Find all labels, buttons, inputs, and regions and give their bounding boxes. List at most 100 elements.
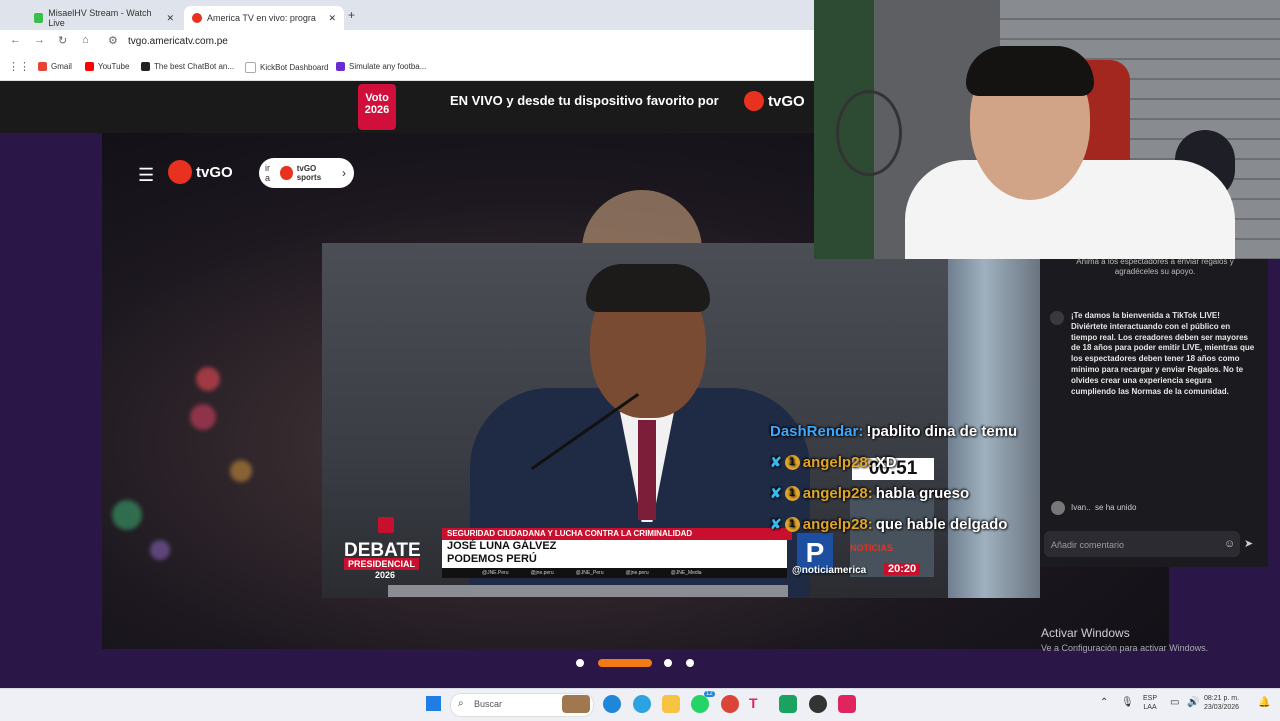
sword-badge-icon: ✘ bbox=[770, 516, 782, 532]
bookmark-gmail[interactable]: Gmail bbox=[38, 62, 72, 71]
close-icon[interactable]: ✕ bbox=[166, 13, 174, 24]
browser-tab[interactable]: MisaelHV Stream - Watch Live ✕ bbox=[26, 6, 182, 30]
chat-line: ✘ 1 angelp28: XD bbox=[770, 454, 897, 471]
debate-topic: SEGURIDAD CIUDADANA Y LUCHA CONTRA LA CR… bbox=[442, 528, 792, 540]
tvgo-banner-logo: tvGO bbox=[744, 91, 805, 111]
tvgo-sports-link[interactable]: ir a tvGO sports › bbox=[259, 158, 354, 188]
jne-logo-icon bbox=[378, 517, 394, 533]
notification-bell-icon[interactable]: 🔔 bbox=[1258, 697, 1270, 708]
debate-year: 2026 bbox=[375, 570, 396, 580]
level-badge-icon: 1 bbox=[784, 517, 800, 532]
clock[interactable]: 08:21 p. m. 23/03/2026 bbox=[1204, 694, 1239, 712]
social-handle: @jne.peru bbox=[625, 570, 649, 576]
tiktok-gift-hint: Anima a los espectadores a enviar regalo… bbox=[1076, 257, 1234, 276]
youtube-icon bbox=[85, 62, 94, 71]
streamer-hair bbox=[966, 46, 1094, 96]
microphone-icon[interactable]: 🎙 bbox=[1121, 697, 1134, 708]
typora-icon[interactable]: T bbox=[749, 695, 767, 713]
chat-username: angelp28: bbox=[802, 485, 873, 502]
bookmark-kickbot[interactable]: KickBot Dashboard bbox=[245, 62, 328, 73]
chat-username: angelp28: bbox=[802, 516, 873, 533]
carousel-dot-active[interactable] bbox=[598, 659, 652, 667]
edge-icon[interactable] bbox=[603, 695, 621, 713]
whatsapp-badge: 12 bbox=[704, 691, 715, 697]
chat-message: !pablito dina de temu bbox=[866, 423, 1018, 440]
send-icon[interactable]: ➤ bbox=[1244, 537, 1253, 550]
url-field[interactable]: tvgo.americatv.com.pe bbox=[128, 36, 228, 47]
bookmark-youtube[interactable]: YouTube bbox=[85, 62, 129, 71]
bokeh-light bbox=[230, 460, 252, 482]
chat-message: habla grueso bbox=[875, 485, 970, 502]
social-handle: @jne.peru bbox=[530, 570, 554, 576]
speaker-nameplate: JOSÉ LUNA GÁLVEZ PODEMOS PERÚ bbox=[442, 540, 787, 568]
home-icon[interactable]: ⌂ bbox=[82, 34, 89, 46]
calculator-icon[interactable] bbox=[779, 695, 797, 713]
chat-message: que hable delgado bbox=[875, 516, 1008, 533]
social-handle: @JNE_Media bbox=[670, 570, 702, 576]
carousel-dot[interactable] bbox=[664, 659, 672, 667]
kickbot-icon bbox=[245, 62, 256, 73]
emoji-icon[interactable]: ☺ bbox=[1224, 538, 1235, 550]
carousel-dot[interactable] bbox=[576, 659, 584, 667]
chat-username: angelp28: bbox=[802, 454, 873, 471]
sword-badge-icon: ✘ bbox=[770, 485, 782, 501]
tab-title: MisaelHV Stream - Watch Live bbox=[48, 8, 152, 28]
obs-icon[interactable] bbox=[809, 695, 827, 713]
network-icon[interactable]: ▭ bbox=[1170, 697, 1179, 708]
chatbot-icon bbox=[141, 62, 150, 71]
search-icon: ⌕ bbox=[458, 698, 464, 709]
chevron-right-icon: › bbox=[342, 166, 347, 180]
chevron-up-icon[interactable]: ⌃ bbox=[1100, 697, 1108, 708]
hamburger-menu-icon[interactable]: ☰ bbox=[138, 165, 154, 186]
presidencial-tag: PRESIDENCIAL bbox=[344, 558, 420, 570]
social-handle: @JNE_Peru bbox=[575, 570, 604, 576]
globe-icon bbox=[280, 166, 293, 180]
social-handle: @JNE.Peru bbox=[482, 570, 509, 576]
tiktok-live-panel bbox=[1040, 259, 1268, 567]
new-tab-button[interactable]: + bbox=[348, 8, 355, 22]
avatar bbox=[1051, 501, 1065, 515]
chat-username: DashRendar: bbox=[770, 423, 864, 440]
chat-line: DashRendar: !pablito dina de temu bbox=[770, 423, 1017, 440]
carousel-dot[interactable] bbox=[686, 659, 694, 667]
bookmark-chatbot[interactable]: The best ChatBot an... bbox=[141, 62, 234, 71]
level-badge-icon: 1 bbox=[784, 486, 800, 501]
sword-badge-icon: ✘ bbox=[770, 454, 782, 470]
site-info-icon[interactable]: ⚙ bbox=[108, 34, 118, 47]
chrome-icon[interactable] bbox=[721, 695, 739, 713]
whatsapp-icon[interactable] bbox=[691, 695, 709, 713]
level-badge-icon: 1 bbox=[784, 455, 800, 470]
back-icon[interactable]: ← bbox=[10, 34, 21, 46]
bokeh-light bbox=[150, 540, 170, 560]
tiktok-live-studio-icon[interactable] bbox=[838, 695, 856, 713]
speaker-party: PODEMOS PERÚ bbox=[447, 553, 537, 565]
file-explorer-icon[interactable] bbox=[662, 695, 680, 713]
address-bar: ← → ↻ ⌂ ⚙ tvgo.americatv.com.pe bbox=[0, 30, 814, 54]
tvgo-logo[interactable]: tvGO bbox=[168, 160, 233, 184]
tiktok-icon bbox=[1050, 311, 1064, 325]
forward-icon[interactable]: → bbox=[34, 34, 45, 46]
volume-icon[interactable]: 🔊 bbox=[1187, 697, 1199, 708]
speaker-hair bbox=[586, 264, 710, 312]
podium bbox=[388, 585, 788, 597]
apps-grid-icon[interactable]: ⋮⋮ bbox=[8, 60, 30, 73]
bokeh-light bbox=[112, 500, 142, 530]
telegram-icon[interactable] bbox=[633, 695, 651, 713]
americatv-icon bbox=[192, 13, 202, 23]
language-indicator[interactable]: ESP LAA bbox=[1143, 694, 1157, 712]
kick-icon bbox=[34, 13, 44, 23]
voto-2026-logo: Voto 2026 bbox=[358, 84, 396, 130]
reload-icon[interactable]: ↻ bbox=[58, 34, 67, 47]
search-placeholder: Buscar bbox=[474, 699, 503, 709]
bookmark-simulate[interactable]: Simulate any footba... bbox=[336, 62, 426, 71]
windows-start-icon[interactable] bbox=[426, 696, 441, 711]
banner-text: EN VIVO y desde tu dispositivo favorito … bbox=[450, 93, 719, 108]
browser-tab-active[interactable]: America TV en vivo: progra ✕ bbox=[184, 6, 344, 30]
noticias-label: NOTICIAS bbox=[850, 543, 894, 553]
tab-title: America TV en vivo: progra bbox=[207, 13, 316, 23]
globe-icon bbox=[744, 91, 764, 111]
live-banner[interactable]: Voto 2026 EN VIVO y desde tu dispositivo … bbox=[0, 81, 814, 133]
fan-icon bbox=[836, 90, 902, 176]
close-icon[interactable]: ✕ bbox=[328, 13, 336, 24]
browser-tabstrip: MisaelHV Stream - Watch Live ✕ America T… bbox=[0, 0, 814, 30]
